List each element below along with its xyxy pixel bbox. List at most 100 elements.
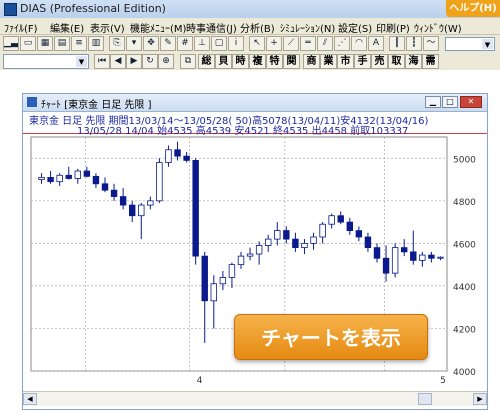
app-icon [4,3,17,16]
menu-edit[interactable]: 編集(E) [50,20,84,35]
zoom-icon[interactable]: ⊕ [158,54,174,69]
close-icon[interactable]: ✕ [460,96,482,108]
candle-body [264,238,272,246]
candle-body [255,245,263,255]
table-icon[interactable]: ▤ [54,36,70,51]
btn-kanji-5[interactable]: 関 [283,54,300,69]
next-icon[interactable]: ▶ [126,54,142,69]
chevron-down-icon[interactable]: ▾ [126,36,142,51]
candle-body [292,238,299,249]
candle-body [337,215,344,223]
btn-kanji-7[interactable]: 業 [320,54,337,69]
app-title: DIAS (Professional Edition) [20,2,166,15]
pin-icon[interactable]: ⊥ [194,36,210,51]
copy-icon[interactable]: ⎘ [109,36,125,51]
btn-kanji-1[interactable]: 貝 [215,54,232,69]
candle-body [346,221,354,232]
bar-chart-icon[interactable]: ┇ [406,36,422,51]
chart-window-icon [27,97,37,107]
btn-kanji-10[interactable]: 売 [371,54,388,69]
candle-body [373,247,381,259]
multi-icon[interactable]: ⧉ [180,54,196,69]
candle-body [382,257,390,274]
help-button[interactable]: ヘルプ(H) [446,0,500,17]
bars-icon[interactable]: ▥ [88,36,104,51]
app-titlebar: DIAS (Professional Edition) ヘルプ(H) [0,0,500,19]
btn-kanji-11[interactable]: 取 [388,54,405,69]
arc-icon[interactable]: ◠ [351,36,367,51]
menu-settings[interactable]: 設定(S) [338,20,372,35]
line-chart-icon[interactable]: 〜 [423,36,439,51]
candle-body [147,200,154,206]
note-icon[interactable]: ✎ [160,36,176,51]
chart-icon[interactable]: ▁▃ [3,36,19,51]
candle-body [101,183,109,191]
text-icon[interactable]: A [368,36,384,51]
candle-body [138,204,145,217]
btn-kanji-9[interactable]: 手 [354,54,371,69]
calc-icon[interactable]: # [177,36,193,51]
menu-view[interactable]: 表示(V) [90,20,125,35]
y-tick-label: 4600 [453,240,476,250]
menu-window[interactable]: ｳｨﾝﾄﾞｳ(W) [414,20,462,35]
level-icon[interactable]: ═ [300,36,316,51]
btn-kanji-0[interactable]: 総 [198,54,215,69]
fan-icon[interactable]: ⋰ [334,36,350,51]
scroll-right-icon[interactable]: ▶ [473,393,487,405]
candle-icon[interactable]: ┃ [389,36,405,51]
candle-body [310,236,317,244]
candle-body [400,247,408,253]
candle-body [192,159,199,257]
candle-body [328,215,335,225]
candle-body [283,230,290,240]
minimize-icon[interactable]: ▁ [425,96,441,108]
candle-body [319,223,326,238]
maximize-icon[interactable]: □ [442,96,458,108]
btn-kanji-2[interactable]: 時 [232,54,249,69]
chart-type-select[interactable]: ▼ [445,37,495,51]
candle-body [83,170,91,177]
candle-body [38,177,45,180]
candle-body [110,189,118,197]
btn-kanji-6[interactable]: 商 [303,54,320,69]
candle-body [301,242,308,249]
move-icon[interactable]: ✥ [143,36,159,51]
btn-kanji-8[interactable]: 市 [337,54,354,69]
cursor-icon[interactable]: ↖ [249,36,265,51]
toolbar-main: ▁▃ ▭ ▦ ▤ ≡ ▥ ⎘ ▾ ✥ ✎ # ⊥ ▢ i ↖ + ⟋ ═ ⫽ ⋰… [0,35,500,53]
doc-icon[interactable]: ▢ [211,36,227,51]
candle-body [410,251,417,261]
grid-icon[interactable]: ▦ [37,36,53,51]
menu-simulation[interactable]: ｼﾐｭﾚｰｼｮﾝ(N) [280,20,335,35]
candle-body [47,177,54,183]
horizontal-scrollbar[interactable]: ◀ ▶ [23,391,487,406]
candle-body [165,149,172,163]
btn-kanji-3[interactable]: 複 [249,54,266,69]
candle-body [128,204,136,217]
list-icon[interactable]: ≡ [71,36,87,51]
trendline-icon[interactable]: ⟋ [283,36,299,51]
channel-icon[interactable]: ⫽ [317,36,333,51]
step-back-icon[interactable]: ⏮ [94,54,110,69]
window-icon[interactable]: ▭ [20,36,36,51]
scroll-left-icon[interactable]: ◀ [23,393,37,405]
refresh-icon[interactable]: ↻ [142,54,158,69]
prev-icon[interactable]: ◀ [110,54,126,69]
symbol-select[interactable]: ▼ [3,54,89,69]
candle-body [228,264,236,278]
menu-jiji[interactable]: 時事通信(J) [186,20,237,35]
menu-function[interactable]: 機能ﾒﾆｭｰ(M) [130,20,186,35]
menu-print[interactable]: 印刷(P) [376,20,410,35]
y-tick-label: 4000 [453,368,476,378]
candle-body [174,149,181,157]
info-icon[interactable]: i [228,36,244,51]
btn-kanji-13[interactable]: 需 [422,54,439,69]
menu-analysis[interactable]: 分析(B) [240,20,275,35]
menu-file[interactable]: ﾌｧｲﾙ(F) [4,20,38,35]
chevron-down-icon: ▼ [482,39,493,49]
btn-kanji-12[interactable]: 海 [405,54,422,69]
scroll-thumb[interactable] [418,393,432,405]
btn-kanji-4[interactable]: 特 [266,54,283,69]
candle-body [355,230,363,238]
crosshair-icon[interactable]: + [266,36,282,51]
